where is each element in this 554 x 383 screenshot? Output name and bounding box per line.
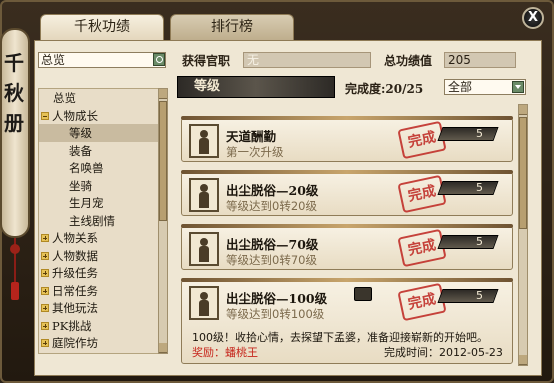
tree-item[interactable]: 坐骑 [39, 177, 159, 195]
expand-icon[interactable] [41, 321, 49, 330]
achievement-note: 100级！收拾心情，去探望下孟婆，准备迎接崭新的开始吧。 [192, 331, 488, 344]
tree-item-label: 生月宠 [69, 196, 104, 210]
expand-icon[interactable] [41, 339, 49, 347]
tree-item[interactable]: 主线剧情 [39, 212, 159, 230]
tree-item-label: 日常任务 [52, 283, 98, 298]
tree-item-label: PK挑战 [52, 318, 92, 333]
tree-item[interactable]: 生月宠 [39, 194, 159, 212]
expand-icon[interactable] [41, 269, 49, 277]
tree-item-label: 装备 [69, 143, 92, 158]
tree-item[interactable]: 总览 [39, 89, 159, 107]
tree-item-label: 总览 [53, 91, 76, 105]
official-title-label: 获得官职 [182, 54, 231, 68]
tree-item-label: 人物数据 [52, 248, 98, 263]
chevron-down-icon[interactable] [512, 81, 524, 93]
tassel-ornament [10, 238, 20, 300]
achievement-title: 天道酬勤 [226, 129, 277, 144]
treasure-chest-icon [354, 287, 372, 301]
tree-item[interactable]: 其他玩法 [39, 299, 159, 317]
achievement-desc: 等级达到0转20级 [226, 199, 317, 213]
category-search-input[interactable]: 总览 [38, 52, 166, 68]
tree-item[interactable]: 人物关系 [39, 229, 159, 247]
tree-item[interactable]: 等级 [39, 124, 159, 142]
category-tree: 总览人物成长等级装备名唤兽坐骑生月宠主线剧情人物关系人物数据升级任务日常任务其他… [38, 88, 160, 354]
achievement-title: 出尘脱俗—100级 [226, 291, 328, 306]
status-filter-select[interactable]: 全部 [444, 79, 526, 95]
collapse-icon[interactable] [41, 111, 49, 120]
tree-item-label: 庭院作坊 [52, 336, 98, 350]
tree-item[interactable]: 名唤兽 [39, 159, 159, 177]
achievement-card[interactable]: 出尘脱俗—20级 等级达到0转20级 完成 5 [181, 170, 513, 216]
achievement-points: 5 [437, 235, 499, 249]
tree-item-label: 其他玩法 [52, 301, 98, 315]
tree-item-label: 人物关系 [52, 231, 98, 245]
search-icon[interactable] [153, 53, 165, 66]
expand-icon[interactable] [41, 251, 49, 260]
achievement-title: 出尘脱俗—70级 [226, 237, 319, 252]
tree-item-label: 坐骑 [69, 178, 92, 193]
status-filter-value: 全部 [448, 80, 473, 94]
tree-item-label: 等级 [69, 126, 92, 140]
total-merit-value: 205 [444, 52, 516, 68]
achievement-points: 5 [437, 289, 499, 303]
tree-scrollbar[interactable] [158, 88, 168, 354]
achievement-points: 5 [437, 181, 499, 195]
tab-leaderboard[interactable]: 排行榜 [170, 14, 294, 40]
expand-icon[interactable] [41, 234, 49, 242]
tree-item[interactable]: 升级任务 [39, 264, 159, 282]
tree-item-label: 名唤兽 [69, 161, 104, 175]
tree-item[interactable]: 人物成长 [39, 107, 159, 125]
achievement-desc: 等级达到0转100级 [226, 307, 325, 321]
achievement-desc: 第一次升级 [226, 145, 284, 159]
tree-item[interactable]: 人物数据 [39, 247, 159, 265]
achievement-desc: 等级达到0转70级 [226, 253, 317, 267]
completion-progress: 完成度:20/25 [345, 82, 424, 96]
achievement-card[interactable]: 天道酬勤 第一次升级 完成 5 [181, 116, 513, 162]
achievement-icon [189, 232, 219, 266]
book-title: 千秋册 [4, 51, 24, 135]
achievement-icon [189, 286, 219, 320]
expand-icon[interactable] [41, 286, 49, 295]
tree-item-label: 主线剧情 [69, 213, 115, 228]
official-title-value: 无 [243, 52, 371, 68]
section-header: 等级 [177, 76, 335, 98]
total-merit-label: 总功绩值 [384, 54, 433, 68]
tree-item[interactable]: 装备 [39, 142, 159, 160]
tree-item[interactable]: 庭院作坊 [39, 334, 159, 352]
achievement-card[interactable]: 出尘脱俗—70级 等级达到0转70级 完成 5 [181, 224, 513, 270]
achievement-reward: 奖励：蟠桃王 [192, 346, 258, 359]
achievement-icon [189, 124, 219, 158]
close-button[interactable]: X [522, 7, 544, 29]
completion-time: 完成时间：2012-05-23 [384, 346, 503, 359]
expand-icon[interactable] [41, 304, 49, 312]
tree-item[interactable]: PK挑战 [39, 317, 159, 335]
tab-achievements[interactable]: 千秋功绩 [40, 14, 164, 40]
achievement-scrollbar[interactable] [518, 104, 528, 366]
achievement-icon [189, 178, 219, 212]
tree-item[interactable]: 日常任务 [39, 282, 159, 300]
achievement-list: 天道酬勤 第一次升级 完成 5 出尘脱俗—20级 等级达到0转20级 完成 5 … [177, 104, 517, 370]
achievement-points: 5 [437, 127, 499, 141]
achievement-title: 出尘脱俗—20级 [226, 183, 319, 198]
achievement-card-expanded[interactable]: 出尘脱俗—100级 等级达到0转100级 完成 5 100级！收拾心情，去探望下… [181, 278, 513, 364]
tree-item-label: 升级任务 [52, 266, 98, 280]
tree-item-label: 人物成长 [52, 108, 98, 123]
